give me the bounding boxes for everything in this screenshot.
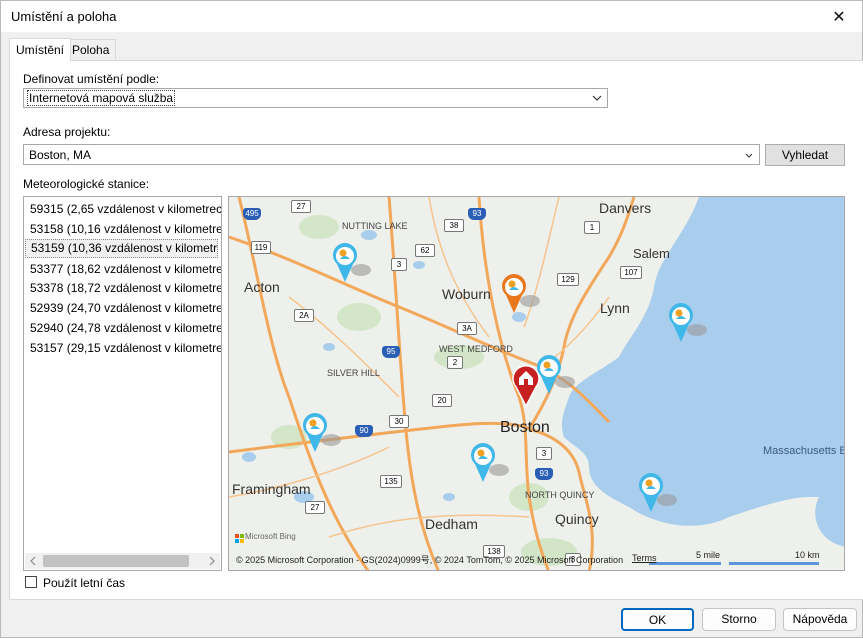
- map-label: Massachusetts B: [763, 445, 845, 457]
- highway-shield: 2A: [294, 309, 314, 322]
- highway-shield: 27: [291, 200, 311, 213]
- weather-station-pin-selected[interactable]: [500, 273, 544, 315]
- highway-shield: 20: [432, 394, 452, 407]
- map-label: NUTTING LAKE: [342, 221, 408, 231]
- list-item[interactable]: 53377 (18,62 vzdálenost v kilometrech): [25, 260, 221, 279]
- scroll-right-icon[interactable]: [207, 556, 217, 566]
- address-value: Boston, MA: [29, 148, 92, 162]
- map-label: WEST MEDFORD: [439, 344, 513, 354]
- terms-link[interactable]: Terms: [632, 553, 657, 563]
- map-label: Woburn: [442, 286, 491, 302]
- weather-station-pin[interactable]: [667, 302, 711, 344]
- address-input[interactable]: Boston, MA: [23, 144, 760, 165]
- define-select-value: Internetová mapová služba: [27, 90, 176, 106]
- map-label: Salem: [633, 246, 670, 261]
- search-button[interactable]: Vyhledat: [765, 144, 845, 166]
- map-label: Danvers: [599, 200, 652, 216]
- map-label: Lynn: [600, 300, 630, 316]
- dialog-window: Umístění a poloha ✕ Umístění Poloha Defi…: [0, 0, 863, 638]
- highway-shield: 27: [305, 501, 325, 514]
- dst-label: Použít letní čas: [43, 576, 126, 590]
- weather-station-pin[interactable]: [469, 442, 513, 484]
- highway-shield: 119: [251, 241, 271, 254]
- scale-miles: 5 mile: [696, 550, 721, 560]
- scrollbar-thumb[interactable]: [43, 555, 189, 567]
- map-label: Framingham: [232, 481, 311, 497]
- weather-station-pin[interactable]: [637, 472, 681, 514]
- highway-shield: 3: [391, 258, 407, 271]
- map-label: NORTH QUINCY: [525, 490, 595, 500]
- list-item[interactable]: 53159 (10,36 vzdálenost v kilometrech): [25, 239, 218, 258]
- stations-label: Meteorologické stanice:: [23, 177, 150, 191]
- highway-shield: 93: [468, 208, 486, 220]
- list-item[interactable]: 53157 (29,15 vzdálenost v kilometrech): [25, 339, 221, 358]
- address-label: Adresa projektu:: [23, 125, 111, 139]
- help-button[interactable]: Nápověda: [783, 608, 857, 631]
- map-label: Quincy: [555, 511, 599, 527]
- map-label: Boston: [500, 419, 550, 436]
- cancel-button[interactable]: Storno: [702, 608, 776, 631]
- scroll-left-icon[interactable]: [28, 556, 38, 566]
- weather-station-pin[interactable]: [301, 412, 345, 454]
- highway-shield: 3: [536, 447, 552, 460]
- define-label: Definovat umístění podle:: [23, 72, 160, 86]
- highway-shield: 30: [389, 415, 409, 428]
- home-location-pin-icon[interactable]: [512, 363, 540, 407]
- highway-shield: 129: [557, 273, 579, 286]
- ok-button[interactable]: OK: [621, 608, 694, 631]
- scale-km: 10 km: [795, 550, 820, 560]
- highway-shield: 95: [382, 346, 400, 358]
- map-view[interactable]: 495 27 93 38 119 62 1 3 129 107 2A 3A 95…: [228, 196, 845, 571]
- highway-shield: 2: [447, 356, 463, 369]
- list-item[interactable]: 52940 (24,78 vzdálenost v kilometrech): [25, 319, 221, 338]
- close-icon[interactable]: ✕: [816, 1, 862, 32]
- horizontal-scrollbar[interactable]: [25, 553, 220, 569]
- window-title: Umístění a poloha: [11, 9, 117, 24]
- dst-checkbox[interactable]: [25, 576, 37, 588]
- map-label: Acton: [244, 279, 280, 295]
- highway-shield: 90: [355, 425, 373, 437]
- map-label: Dedham: [425, 516, 478, 532]
- stations-list[interactable]: 59315 (2,65 vzdálenost v kilometrech) 53…: [23, 196, 222, 571]
- weather-station-pin[interactable]: [331, 242, 375, 284]
- chevron-down-icon: [745, 153, 753, 158]
- list-item[interactable]: 59315 (2,65 vzdálenost v kilometrech): [25, 200, 221, 219]
- highway-shield: 107: [620, 266, 642, 279]
- list-item[interactable]: 53378 (18,72 vzdálenost v kilometrech): [25, 279, 221, 298]
- tab-umisteni[interactable]: Umístění: [9, 38, 72, 61]
- list-item[interactable]: 52939 (24,70 vzdálenost v kilometrech): [25, 299, 221, 318]
- tab-poloha[interactable]: Poloha: [65, 39, 117, 60]
- list-item[interactable]: 53158 (10,16 vzdálenost v kilometrech): [25, 220, 221, 239]
- highway-shield: 495: [243, 208, 261, 220]
- bing-logo: Microsoft Bing: [245, 532, 296, 541]
- highway-shield: 38: [444, 219, 464, 232]
- highway-shield: 135: [380, 475, 402, 488]
- highway-shield: 93: [535, 468, 553, 480]
- map-label: SILVER HILL: [327, 368, 380, 378]
- highway-shield: 62: [415, 244, 435, 257]
- chevron-down-icon: [592, 95, 602, 101]
- highway-shield: 1: [584, 221, 600, 234]
- define-select[interactable]: Internetová mapová služba: [23, 88, 608, 108]
- highway-shield: 3A: [457, 322, 477, 335]
- map-copyright: © 2025 Microsoft Corporation - GS(2024)0…: [236, 555, 624, 565]
- title-bar: Umístění a poloha ✕: [1, 1, 862, 32]
- weather-station-pin[interactable]: [535, 354, 579, 396]
